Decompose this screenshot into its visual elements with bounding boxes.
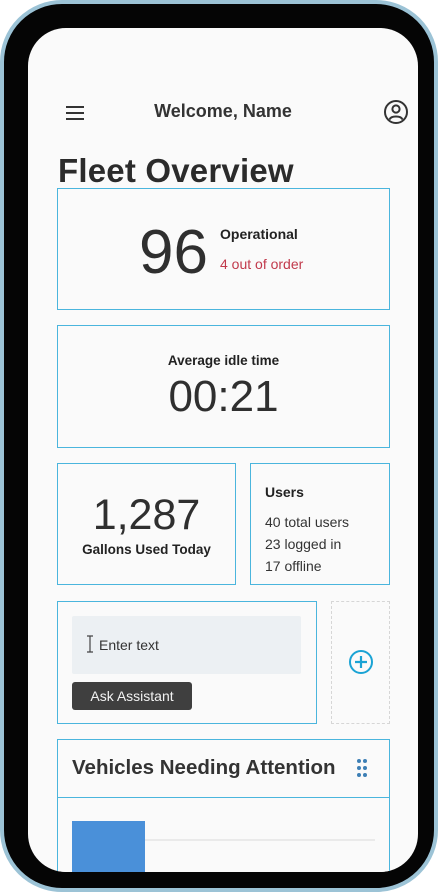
assistant-placeholder: Enter text	[99, 637, 159, 653]
drag-handle-icon[interactable]	[356, 758, 368, 778]
text-cursor-icon	[87, 635, 93, 653]
idle-time-card: Average idle time 00:21	[57, 325, 390, 448]
idle-time-label: Average idle time	[167, 353, 280, 368]
users-offline: 17 offline	[265, 558, 322, 574]
header-title: Welcome, Name	[154, 101, 292, 121]
gallons-value: 1,287	[92, 491, 201, 539]
ask-assistant-button[interactable]: Ask Assistant	[72, 682, 192, 710]
users-title: Users	[265, 484, 304, 500]
chart-bar	[72, 821, 145, 872]
operational-count: 96	[139, 218, 208, 287]
assistant-input[interactable]: Enter text	[72, 616, 301, 674]
gallons-label: Gallons Used Today	[82, 542, 211, 557]
account-circle-icon[interactable]	[383, 99, 409, 125]
users-card: Users 40 total users 23 logged in 17 off…	[250, 463, 390, 585]
vehicles-attention-card: Vehicles Needing Attention	[57, 739, 390, 872]
vehicles-card-header: Vehicles Needing Attention	[58, 740, 389, 798]
app-screen: Welcome, Name Fleet Overview 96 Operatio…	[28, 28, 418, 872]
idle-time-value: 00:21	[168, 372, 279, 421]
add-widget-card[interactable]	[331, 601, 390, 724]
vehicles-chart	[72, 821, 375, 872]
add-circle-icon[interactable]	[348, 649, 374, 675]
phone-frame: Welcome, Name Fleet Overview 96 Operatio…	[0, 0, 438, 892]
users-total: 40 total users	[265, 514, 350, 530]
gallons-card: 1,287 Gallons Used Today	[57, 463, 236, 585]
page-title: Fleet Overview	[58, 152, 294, 189]
operational-label: Operational	[220, 226, 298, 242]
operational-card: 96 Operational 4 out of order	[57, 188, 390, 310]
vehicles-title: Vehicles Needing Attention	[72, 756, 336, 779]
out-of-order-text: 4 out of order	[220, 256, 304, 272]
users-logged-in: 23 logged in	[265, 536, 342, 552]
assistant-card: Enter text Ask Assistant	[57, 601, 317, 724]
